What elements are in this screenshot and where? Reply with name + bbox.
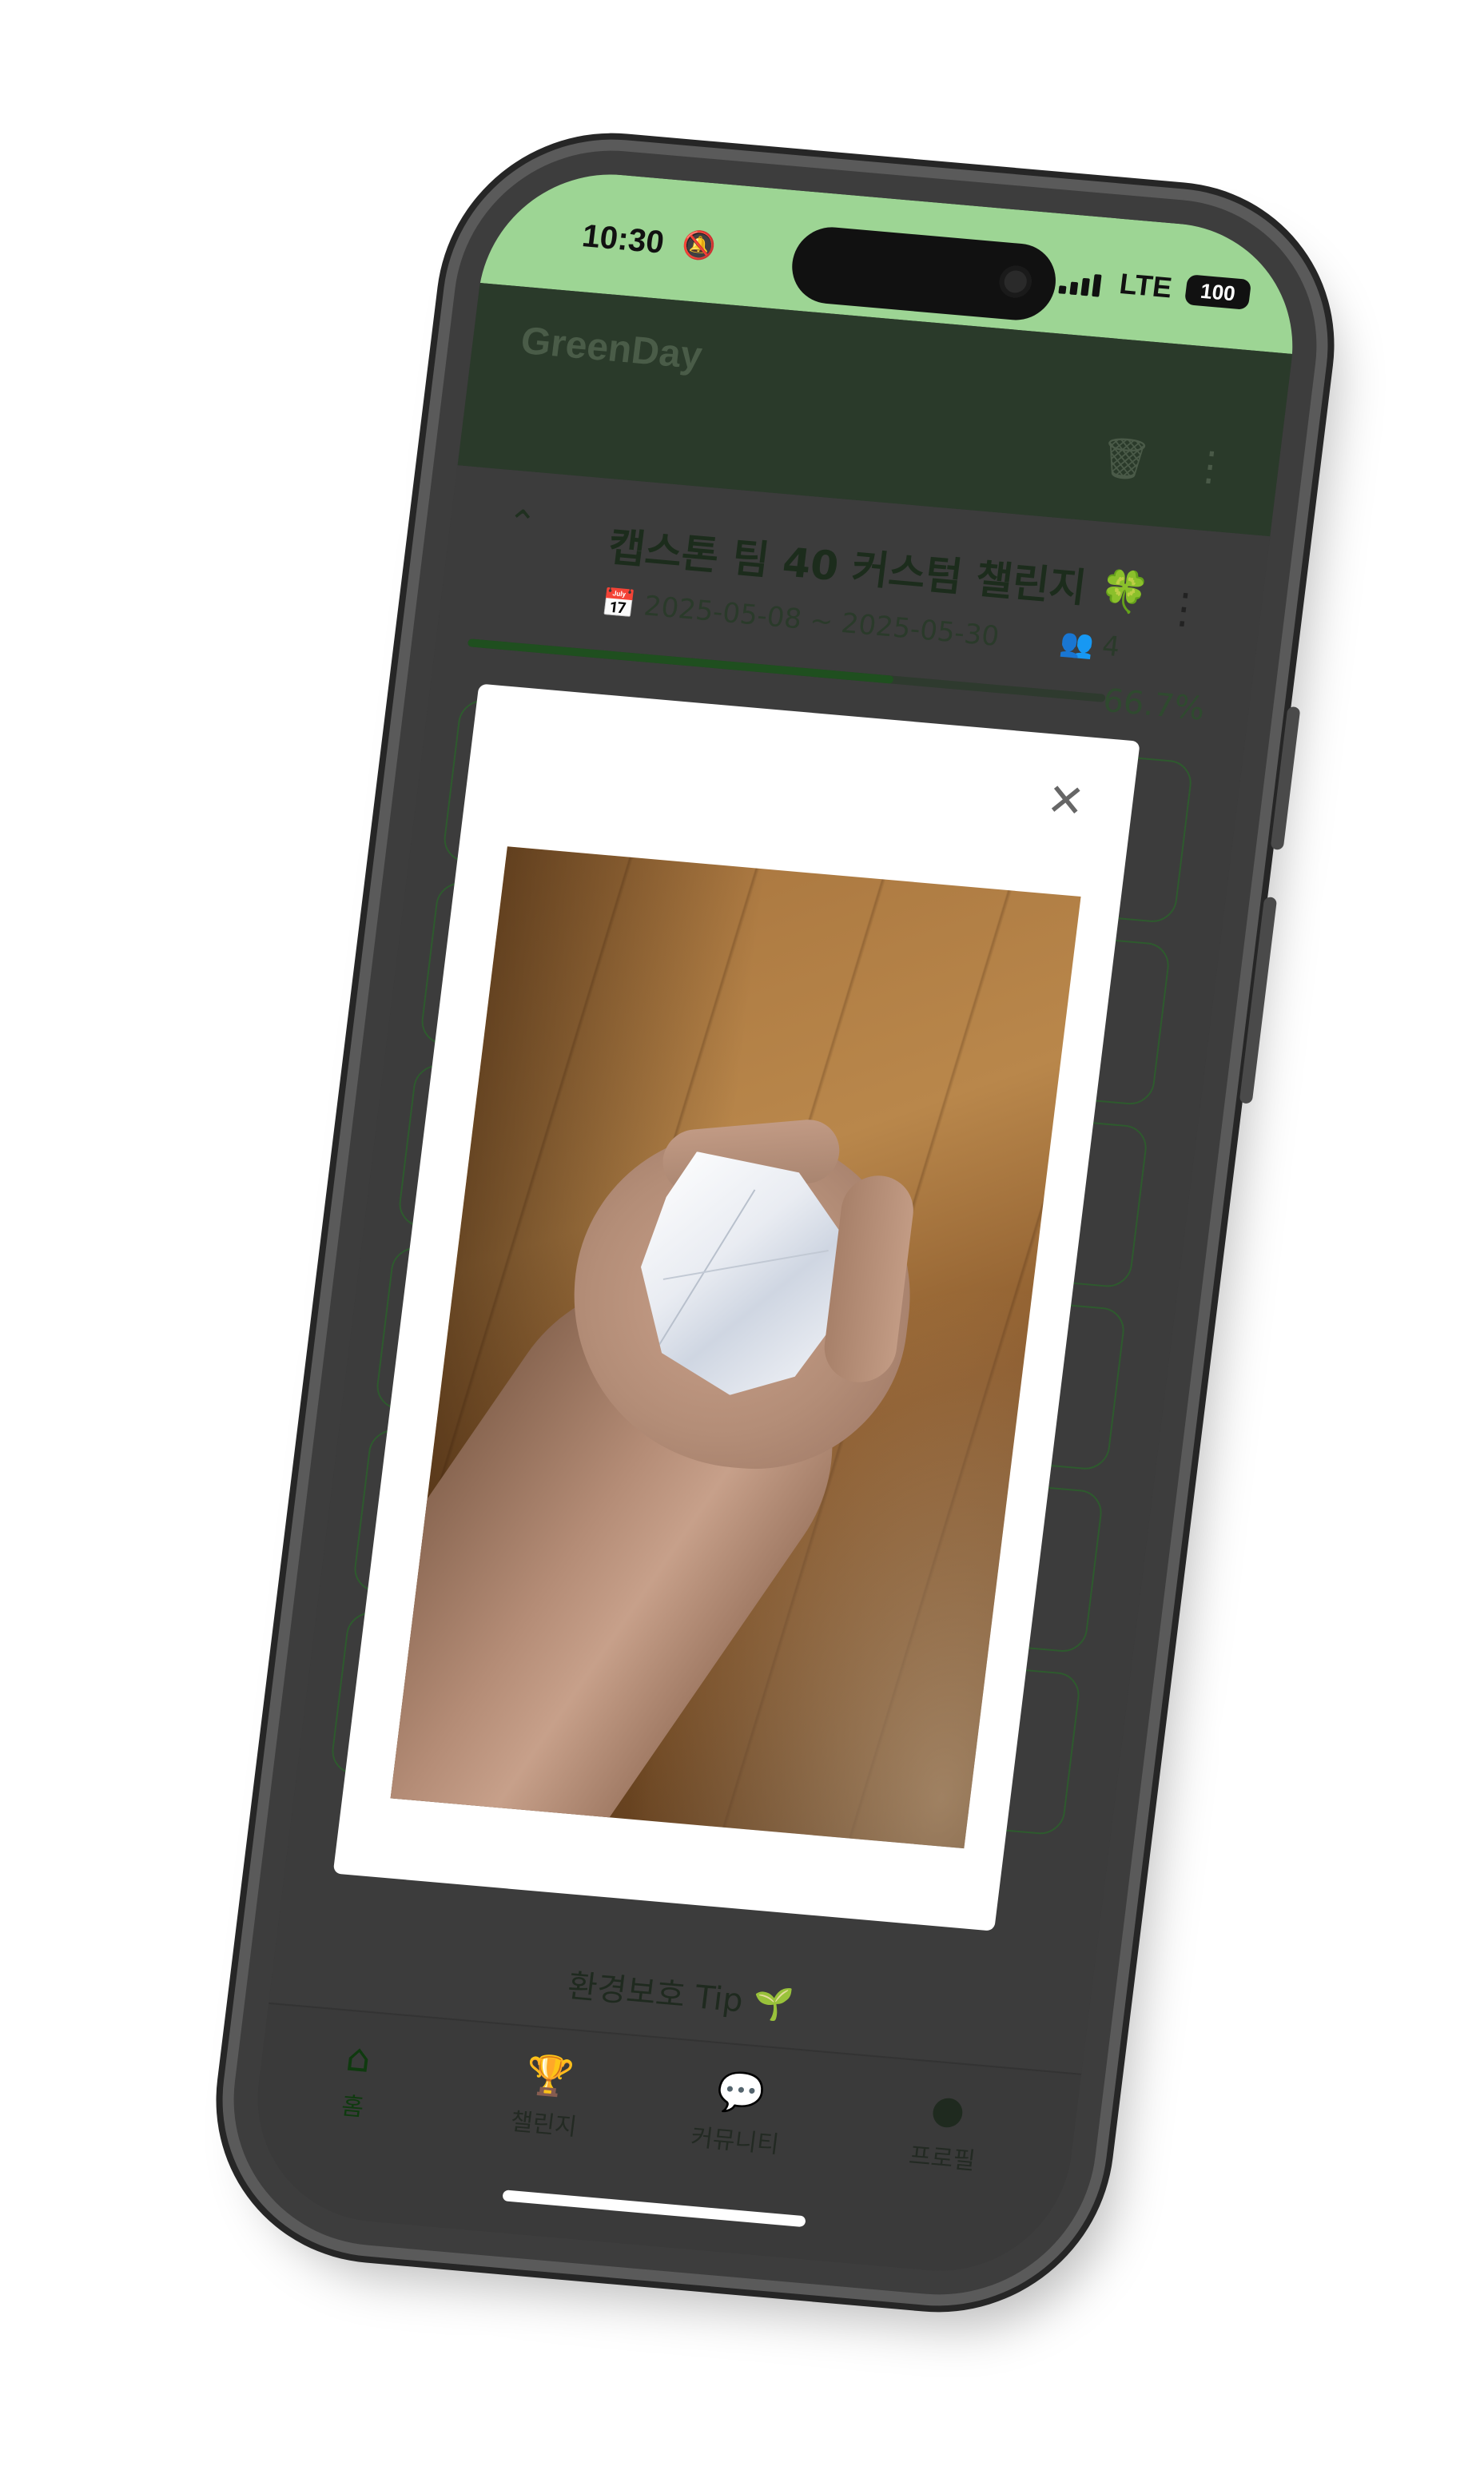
member-count-text: 4 (1100, 630, 1122, 664)
verification-photo (390, 846, 1081, 1849)
app-title: GreenDay (518, 319, 705, 378)
signal-icon (1058, 269, 1108, 297)
screen: 10:30 🔕 LTE 100 GreenDay 🗑 ⋮ ⌃ 캡스톤 팀 40 … (243, 164, 1307, 2281)
nav-home-label: 홈 (340, 2092, 366, 2122)
nav-challenge[interactable]: 🏆 챌린지 (462, 2046, 632, 2146)
nav-community-label: 커뮤니티 (689, 2123, 781, 2159)
device-mockup: 10:30 🔕 LTE 100 GreenDay 🗑 ⋮ ⌃ 캡스톤 팀 40 … (0, 0, 1484, 2474)
dynamic-island (787, 224, 1060, 324)
group-icon: 👥 (1057, 626, 1104, 662)
network-type: LTE (1117, 266, 1174, 304)
member-count: 👥 4 (1058, 626, 1121, 663)
forum-icon: 💬 (714, 2068, 768, 2118)
status-time: 10:30 (580, 218, 666, 261)
close-icon[interactable]: ✕ (1044, 774, 1088, 829)
nav-home[interactable]: ⌂ 홈 (271, 2029, 441, 2129)
nav-profile-label: 프로필 (907, 2142, 977, 2176)
nav-community[interactable]: 💬 커뮤니티 (654, 2062, 824, 2163)
nav-profile[interactable]: ● 프로필 (861, 2081, 1031, 2181)
more-vert-icon[interactable]: ⋮ (1188, 441, 1233, 491)
bell-slash-icon: 🔕 (679, 229, 718, 264)
volume-button (1270, 706, 1301, 850)
challenge-more-icon[interactable]: ⋮ (1160, 583, 1207, 634)
calendar-icon: 📅 (599, 586, 647, 622)
paper-crease (663, 1250, 829, 1280)
home-indicator[interactable] (502, 2190, 806, 2228)
home-icon: ⌂ (344, 2034, 374, 2082)
camera-icon (997, 264, 1034, 300)
progress-fill (467, 638, 894, 684)
battery-icon: 100 (1184, 274, 1252, 310)
account-circle-icon: ● (928, 2086, 968, 2134)
progress-percent: 66.7% (1100, 682, 1207, 728)
phone-frame: 10:30 🔕 LTE 100 GreenDay 🗑 ⋮ ⌃ 캡스톤 팀 40 … (216, 137, 1335, 2308)
chevron-up-icon[interactable]: ⌃ (504, 502, 539, 545)
nav-challenge-label: 챌린지 (508, 2107, 579, 2142)
trophy-icon: 🏆 (523, 2051, 576, 2101)
delete-list-icon[interactable]: 🗑 (1097, 434, 1153, 485)
